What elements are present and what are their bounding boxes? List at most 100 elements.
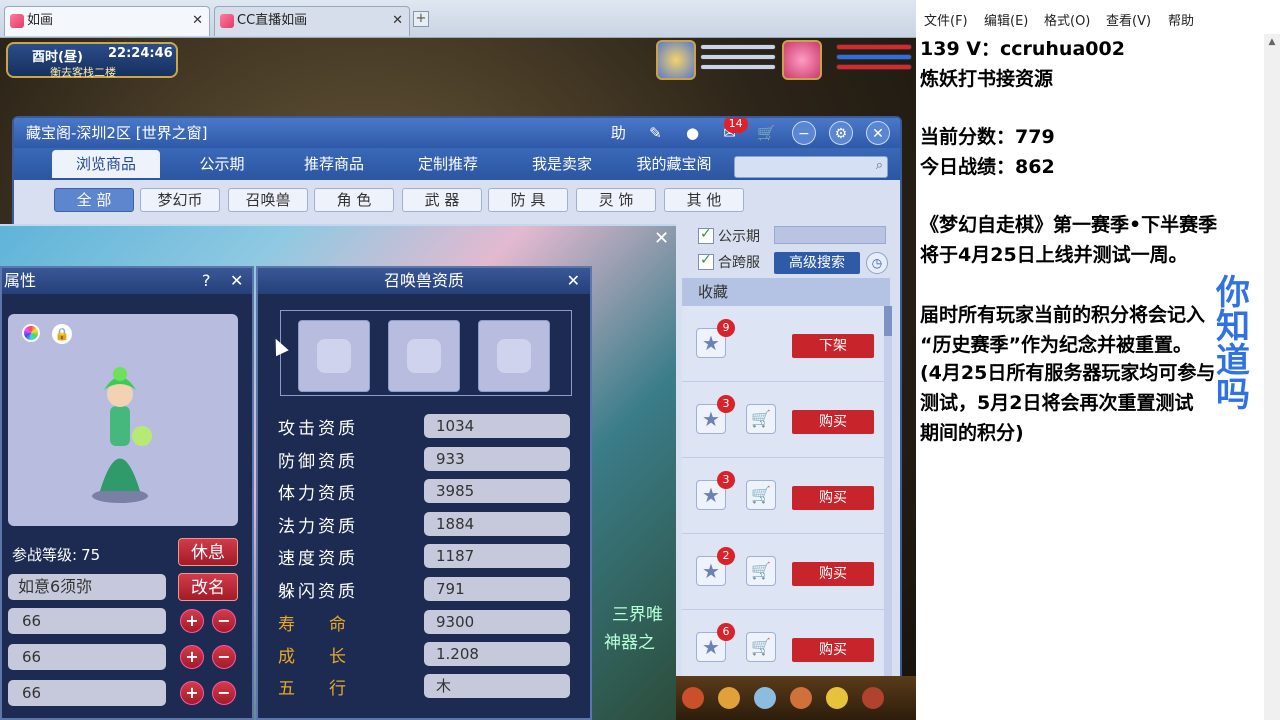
minimize-icon[interactable]: − <box>791 121 816 145</box>
star-icon[interactable]: ★ 6 <box>696 623 735 662</box>
tab-recommended[interactable]: 推荐商品 <box>286 150 382 178</box>
category-role[interactable]: 角 色 <box>314 188 394 212</box>
growth-value: 1.208 <box>424 642 570 666</box>
notepad-scrollbar[interactable]: ▲ <box>1264 34 1280 720</box>
buy-button[interactable]: 购买 <box>792 562 874 586</box>
tab-cc-live[interactable]: CC直播如画 ✕ <box>214 6 410 36</box>
menu-edit[interactable]: 编辑(E) <box>984 10 1028 29</box>
help-button[interactable]: 助 <box>606 121 630 145</box>
category-armor[interactable]: 防 具 <box>488 188 568 212</box>
tab-public-period[interactable]: 公示期 <box>174 150 270 178</box>
category-weapon[interactable]: 武 器 <box>402 188 482 212</box>
overlay-char: 你 <box>1216 273 1250 313</box>
help-icon[interactable]: ? <box>202 268 211 294</box>
record-icon[interactable]: ● <box>681 121 705 145</box>
notepad-line: 《梦幻自走棋》第一赛季•下半赛季 <box>920 214 1218 236</box>
shortcut-icon[interactable] <box>862 687 885 709</box>
rest-button[interactable]: 休息 <box>178 538 238 566</box>
close-icon[interactable]: ✕ <box>866 121 890 145</box>
equipment-slot-necklace[interactable] <box>388 320 460 392</box>
cross-server-checkbox[interactable] <box>698 252 714 270</box>
aptitude-value: 1034 <box>424 414 570 438</box>
aptitude-label: 速度资质 <box>278 549 358 569</box>
menu-format[interactable]: 格式(O) <box>1044 10 1090 29</box>
search-icon[interactable]: ⌕ <box>876 158 883 173</box>
category-all[interactable]: 全 部 <box>54 188 134 212</box>
category-currency[interactable]: 梦幻币 <box>140 188 220 212</box>
buy-button[interactable]: 购买 <box>792 638 874 662</box>
shortcut-icon[interactable] <box>826 687 849 709</box>
add-to-cart-icon[interactable]: 🛒 <box>746 480 776 510</box>
public-period-checkbox[interactable] <box>698 226 714 244</box>
player-portrait[interactable] <box>782 40 822 80</box>
message-icon[interactable]: ✉ 14 <box>718 118 748 145</box>
equipment-slot-armor[interactable] <box>298 320 370 392</box>
search-input[interactable]: ⌕ <box>734 156 888 178</box>
add-to-cart-icon[interactable]: 🛒 <box>746 632 776 662</box>
overlay-char: 知 <box>1216 307 1250 347</box>
notepad-line: 139 V：ccruhua002 <box>920 38 1125 60</box>
shortcut-icon[interactable] <box>682 687 704 709</box>
add-point-button[interactable]: + <box>180 609 204 633</box>
favorites-header: 收藏 <box>682 278 890 306</box>
category-other[interactable]: 其 他 <box>664 188 744 212</box>
scene-close-icon[interactable]: ✕ <box>654 228 669 249</box>
tab-custom[interactable]: 定制推荐 <box>400 150 496 178</box>
shortcut-icon[interactable] <box>754 687 777 709</box>
remove-point-button[interactable]: − <box>212 681 236 705</box>
cart-icon[interactable]: 🛒 <box>755 121 779 145</box>
pet-portrait[interactable] <box>656 40 696 80</box>
shortcut-icon[interactable] <box>790 687 813 709</box>
overlay-char: 吗 <box>1216 375 1250 415</box>
close-icon[interactable]: ✕ <box>567 268 580 294</box>
history-icon[interactable]: ◷ <box>866 252 888 274</box>
buy-button[interactable]: 购买 <box>792 486 874 510</box>
lock-icon[interactable]: 🔒 <box>52 324 72 344</box>
new-tab-button[interactable]: + <box>413 11 429 27</box>
close-tab-icon[interactable]: ✕ <box>192 7 203 35</box>
star-icon[interactable]: ★ 3 <box>696 471 735 510</box>
battle-level-value: 75 <box>81 546 101 564</box>
star-icon[interactable]: ★ 9 <box>696 319 735 358</box>
settings-icon[interactable]: ⚙ <box>828 121 853 145</box>
scroll-up-icon[interactable]: ▲ <box>1264 34 1280 50</box>
game-viewport[interactable]: 酉时(昼) 22:24:46 衡去客栈二楼 藏宝阁-深圳2区 [世界之窗] 助 … <box>0 38 916 720</box>
menu-help[interactable]: 帮助 <box>1168 10 1194 29</box>
add-point-button[interactable]: + <box>180 681 204 705</box>
category-pet[interactable]: 召唤兽 <box>228 188 308 212</box>
menu-view[interactable]: 查看(V) <box>1106 10 1151 29</box>
tab-my-cbg[interactable]: 我的藏宝阁 <box>626 150 722 178</box>
overlay-char: 道 <box>1216 341 1250 381</box>
notepad-line: “历史赛季”作为纪念并被重置。 <box>920 334 1192 356</box>
star-icon[interactable]: ★ 2 <box>696 547 735 586</box>
add-point-button[interactable]: + <box>180 645 204 669</box>
advanced-search-button[interactable]: 高级搜索 <box>774 252 860 274</box>
share-icon[interactable]: ✎ <box>643 121 667 145</box>
add-to-cart-icon[interactable]: 🛒 <box>746 404 776 434</box>
tab-label: 如画 <box>27 13 54 28</box>
rename-button[interactable]: 改名 <box>178 573 238 601</box>
tab-ruhua[interactable]: 如画 ✕ <box>4 6 210 36</box>
close-icon[interactable]: ✕ <box>230 268 243 294</box>
remove-point-button[interactable]: − <box>212 609 236 633</box>
battle-level-label: 参战等级: <box>12 546 78 564</box>
close-tab-icon[interactable]: ✕ <box>392 7 403 35</box>
screen: 如画 ✕ CC直播如画 ✕ + 酉时(昼) 22:24:46 衡去客栈二楼 藏宝… <box>0 0 1280 720</box>
menu-file[interactable]: 文件(F) <box>924 10 968 29</box>
delist-button[interactable]: 下架 <box>792 334 874 358</box>
category-accessory[interactable]: 灵 饰 <box>576 188 656 212</box>
shortcut-icon[interactable] <box>718 687 741 709</box>
scrollbar-thumb[interactable] <box>884 306 892 336</box>
color-dye-icon[interactable] <box>22 324 40 342</box>
buy-button[interactable]: 购买 <box>792 410 874 434</box>
favorite-item: ★ 6 🛒 购买 <box>682 610 884 686</box>
star-icon[interactable]: ★ 3 <box>696 395 735 434</box>
tab-seller[interactable]: 我是卖家 <box>514 150 610 178</box>
favorites-scrollbar[interactable] <box>884 306 892 686</box>
public-period-select[interactable] <box>774 226 886 244</box>
tab-browse[interactable]: 浏览商品 <box>52 150 160 178</box>
pet-name-field[interactable]: 如意6须弥 <box>8 574 166 600</box>
add-to-cart-icon[interactable]: 🛒 <box>746 556 776 586</box>
remove-point-button[interactable]: − <box>212 645 236 669</box>
equipment-slot-collar[interactable] <box>478 320 550 392</box>
